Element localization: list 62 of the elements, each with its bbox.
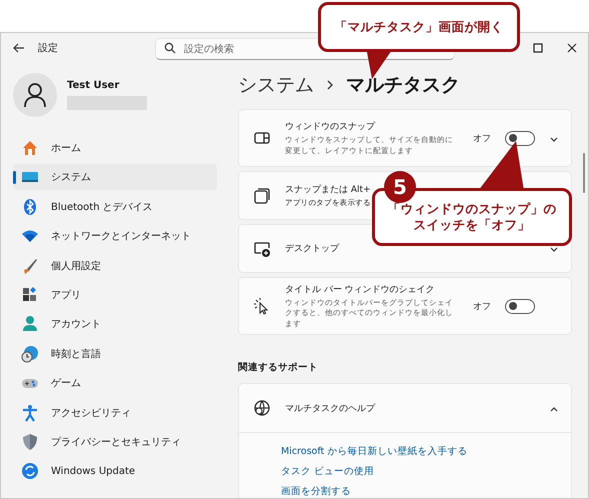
- search-icon: [164, 42, 176, 54]
- nav-label: Windows Update: [51, 466, 136, 477]
- avatar: [13, 72, 57, 116]
- section-heading: 関連するサポート: [238, 361, 319, 374]
- nav-label: アプリ: [51, 288, 81, 302]
- brush-icon: [21, 256, 39, 275]
- user-name: Test User: [67, 80, 120, 90]
- nav-item[interactable]: アクセシビリティ: [13, 400, 217, 426]
- nav-label: システム: [51, 171, 91, 184]
- help-title: マルチタスクのヘルプ: [285, 402, 376, 414]
- setting-title: スナップまたは Alt+: [285, 183, 371, 196]
- maximize-icon[interactable]: [532, 42, 544, 54]
- person-icon: [21, 315, 39, 334]
- nav-label: 個人用設定: [51, 260, 101, 273]
- apps-icon: [21, 286, 39, 304]
- nav-item[interactable]: Bluetooth とデバイス: [13, 194, 217, 220]
- nav-item[interactable]: 個人用設定: [13, 252, 217, 279]
- cursor-shake-icon: [253, 297, 271, 315]
- toggle-state-label: オフ: [473, 132, 491, 144]
- window-title: 設定: [38, 42, 58, 54]
- help-link[interactable]: Microsoft から毎日新しい壁紙を入手する: [281, 445, 571, 458]
- setting-title: ウィンドウのスナップ: [285, 120, 375, 134]
- nav-item[interactable]: 時刻と言語: [13, 340, 217, 367]
- help-link[interactable]: タスク ビューの使用: [281, 465, 571, 478]
- sync-icon: [21, 462, 39, 480]
- nav-item[interactable]: アプリ: [13, 282, 217, 308]
- nav-item[interactable]: ネットワークとインターネット: [13, 223, 217, 250]
- nav-label: アカウント: [51, 318, 101, 332]
- toggle-switch[interactable]: [505, 130, 535, 146]
- help-link[interactable]: 画面を分割する: [281, 485, 571, 498]
- back-arrow-icon[interactable]: [12, 40, 26, 54]
- home-icon: [21, 139, 39, 157]
- desktop-add-icon: [253, 240, 271, 258]
- nav-item[interactable]: システム: [13, 164, 217, 190]
- nav-item[interactable]: プライバシーとセキュリティ: [13, 428, 217, 455]
- nav-item[interactable]: アカウント: [13, 311, 217, 338]
- nav-item[interactable]: ゲーム: [13, 370, 217, 396]
- nav-label: Bluetooth とデバイス: [51, 200, 153, 214]
- globe-search-icon: [253, 399, 271, 417]
- nav-label: プライバシーとセキュリティ: [51, 436, 181, 449]
- nav-label: ネットワークとインターネット: [51, 230, 191, 244]
- toggle-switch[interactable]: [505, 298, 535, 314]
- window-tabs-icon: [253, 186, 271, 204]
- breadcrumb-link[interactable]: システム: [238, 72, 314, 98]
- accessibility-icon: [21, 404, 39, 422]
- bluetooth-icon: [21, 198, 39, 216]
- nav-label: ゲーム: [51, 377, 81, 390]
- page-title: マルチタスク: [346, 73, 460, 98]
- scrollbar[interactable]: [583, 153, 585, 193]
- nav-item[interactable]: ホーム: [13, 135, 217, 161]
- breadcrumb-separator-icon: [326, 80, 334, 90]
- setting-title: タイトル バー ウィンドウのシェイク: [285, 284, 435, 296]
- toggle-state-label: オフ: [473, 300, 491, 312]
- close-icon[interactable]: [566, 42, 578, 54]
- callout-tooltip: 「マルチタスク」画面が開く: [318, 2, 520, 52]
- nav-label: アクセシビリティ: [51, 406, 131, 420]
- nav-item[interactable]: Windows Update: [13, 458, 217, 484]
- nav-label: ホーム: [51, 142, 81, 155]
- nav-label: 時刻と言語: [51, 348, 101, 361]
- shield-icon: [21, 432, 39, 451]
- globe-clock-icon: [21, 344, 39, 363]
- setting-title: デスクトップ: [285, 242, 339, 255]
